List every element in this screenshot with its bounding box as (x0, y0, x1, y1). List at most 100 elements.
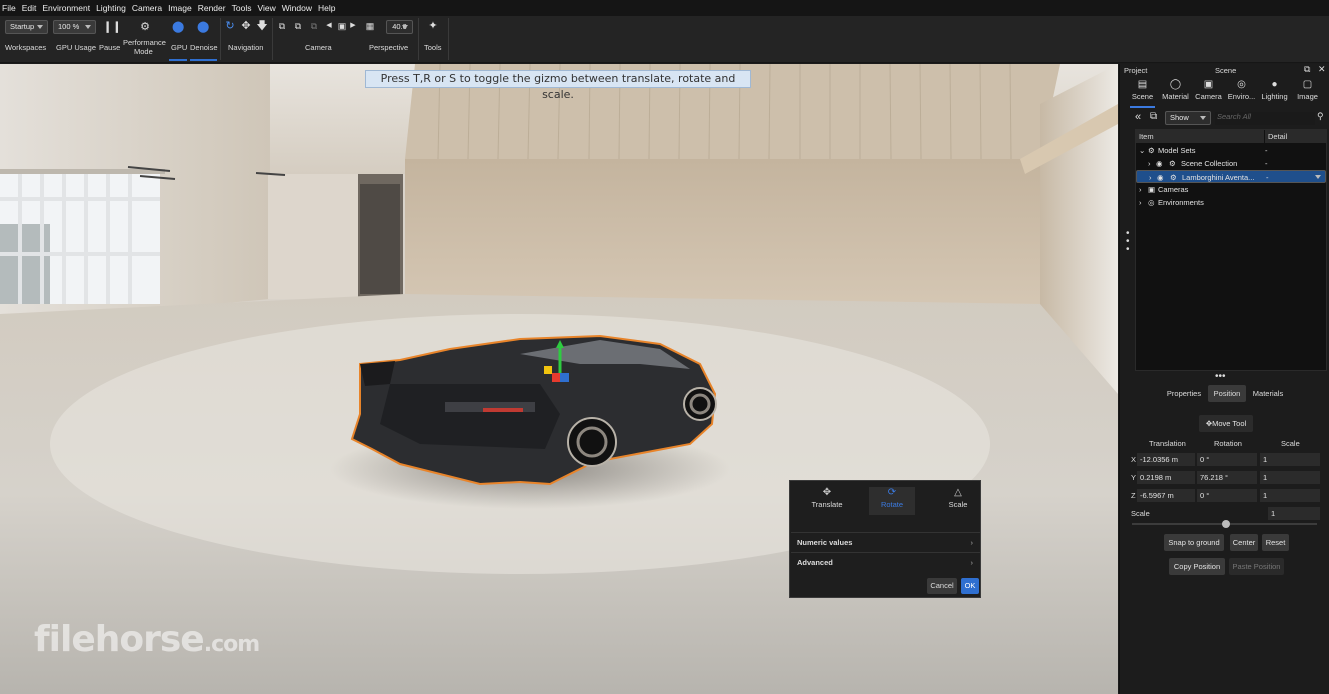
denoise-label[interactable]: Denoise (190, 43, 218, 52)
fit-view-icon[interactable]: ✥ (240, 20, 252, 32)
paste-position-button[interactable]: Paste Position (1229, 558, 1284, 575)
tab-materials[interactable]: Materials (1249, 385, 1287, 402)
tree-row-scene-collection[interactable]: › ◉ ⚙ Scene Collection - (1136, 157, 1326, 170)
tab-position[interactable]: Position (1208, 385, 1246, 402)
menu-help[interactable]: Help (315, 3, 338, 13)
gpu-active-underline (169, 59, 187, 61)
cancel-button[interactable]: Cancel (927, 578, 957, 594)
close-icon[interactable]: ✕ (1318, 64, 1326, 75)
eye-icon[interactable]: ◉ (1156, 157, 1163, 170)
scale-mode-button[interactable]: △ Scale (935, 487, 981, 515)
menu-file[interactable]: File (0, 3, 19, 13)
tools-icon[interactable]: ✦ (426, 20, 440, 32)
denoise-icon[interactable]: ⬤ (197, 21, 209, 33)
splitter-handle-icon[interactable]: ••• (1215, 371, 1226, 382)
camera-delete-icon[interactable]: ⧉ (308, 20, 320, 32)
tab-material[interactable]: ◯ Material (1159, 78, 1192, 106)
tree-row-environments[interactable]: › ◎ Environments (1136, 196, 1326, 209)
menu-lighting[interactable]: Lighting (93, 3, 129, 13)
advanced-label: Advanced (797, 558, 833, 567)
advanced-row[interactable]: Advanced › (791, 552, 980, 571)
rotation-z-field[interactable]: 0 ° (1197, 489, 1257, 502)
chevron-down-icon[interactable]: ⌄ (1139, 144, 1145, 157)
performance-mode-label-2[interactable]: Mode (134, 47, 153, 56)
watermark-main: filehorse (34, 619, 205, 660)
performance-mode-label-1[interactable]: Performance (123, 38, 166, 47)
menu-render[interactable]: Render (195, 3, 229, 13)
move-tool-button[interactable]: ✥Move Tool (1199, 415, 1253, 432)
ok-button[interactable]: OK (961, 578, 979, 594)
scale-x-field[interactable]: 1 (1260, 453, 1320, 466)
tab-camera[interactable]: ▣ Camera (1192, 78, 1225, 106)
scale-z-field[interactable]: 1 (1260, 489, 1320, 502)
center-button[interactable]: Center (1230, 534, 1258, 551)
camera-next-icon[interactable]: ▶ (349, 20, 357, 32)
rotate-mode-button[interactable]: ⟳ Rotate (869, 487, 915, 515)
menu-tools[interactable]: Tools (229, 3, 255, 13)
perspective-icon[interactable]: ▦ (363, 20, 377, 32)
tree-row-model-sets[interactable]: ⌄ ⚙ Model Sets - (1136, 144, 1326, 157)
panel-grip-icon[interactable]: • • • (1126, 229, 1132, 255)
menu-camera[interactable]: Camera (129, 3, 165, 13)
scale-slider-handle[interactable] (1222, 520, 1230, 528)
tools-label[interactable]: Tools (424, 43, 442, 52)
tab-properties[interactable]: Properties (1164, 385, 1204, 402)
numeric-values-row[interactable]: Numeric values › (791, 532, 980, 551)
camera-copy-icon[interactable]: ⧉ (292, 20, 304, 32)
search-input[interactable]: Search All (1215, 112, 1315, 125)
translate-mode-button[interactable]: ✥ Translate (804, 487, 850, 515)
scene-panel-title: Scene (1215, 66, 1237, 75)
workspace-select[interactable]: Startup (5, 20, 48, 34)
tab-lighting[interactable]: ● Lighting (1258, 78, 1291, 106)
fov-field[interactable]: 40.0 (386, 20, 413, 34)
tab-image[interactable]: ▢ Image (1291, 78, 1324, 106)
rotation-header: Rotation (1214, 439, 1242, 448)
copy-position-button[interactable]: Copy Position (1169, 558, 1225, 575)
menu-environment[interactable]: Environment (39, 3, 93, 13)
collapse-icon[interactable]: « (1135, 111, 1141, 123)
menu-image[interactable]: Image (165, 3, 195, 13)
undock-icon[interactable]: ⧉ (1304, 64, 1310, 75)
tree-header-detail: Detail (1265, 130, 1326, 143)
reset-button[interactable]: Reset (1262, 534, 1289, 551)
filter-icon[interactable]: ⧉ (1150, 111, 1157, 122)
tree-row-cameras[interactable]: › ▣ Cameras (1136, 183, 1326, 196)
toolbar-separator (448, 18, 449, 60)
tab-environment[interactable]: ◎ Enviro... (1225, 78, 1258, 106)
chevron-right-icon[interactable]: › (1148, 157, 1151, 170)
pause-label[interactable]: Pause (99, 43, 120, 52)
uniform-scale-field[interactable]: 1 (1268, 507, 1320, 520)
menu-window[interactable]: Window (279, 3, 315, 13)
download-icon[interactable]: 🡇 (256, 20, 268, 32)
tab-scene[interactable]: ▤ Scene (1126, 78, 1159, 108)
gpu-label[interactable]: GPU (171, 43, 187, 52)
menu-view[interactable]: View (254, 3, 278, 13)
camera-prev-icon[interactable]: ◀ (325, 20, 333, 32)
camera-add-icon[interactable]: ⧉ (276, 20, 288, 32)
gpu-icon[interactable]: ⬤ (172, 21, 184, 33)
scale-header: Scale (1281, 439, 1300, 448)
lightbulb-icon: ● (1271, 79, 1278, 90)
translation-y-field[interactable]: 0.2198 m (1137, 471, 1195, 484)
menu-edit[interactable]: Edit (19, 3, 40, 13)
gpu-usage-select[interactable]: 100 % (53, 20, 96, 34)
snap-to-ground-button[interactable]: Snap to ground (1164, 534, 1224, 551)
translation-z-field[interactable]: -6.5967 m (1137, 489, 1195, 502)
translation-x-field[interactable]: -12.0356 m (1137, 453, 1195, 466)
numeric-values-label: Numeric values (797, 538, 853, 547)
tree-row-lamborghini[interactable]: › ◉ ⚙ Lamborghini Aventa... - (1136, 170, 1326, 183)
image-icon: ▢ (1302, 79, 1313, 90)
show-filter-select[interactable]: Show (1165, 111, 1211, 125)
rotation-x-field[interactable]: 0 ° (1197, 453, 1257, 466)
render-viewport[interactable]: Press T,R or S to toggle the gizmo betwe… (0, 64, 1118, 694)
scale-y-field[interactable]: 1 (1260, 471, 1320, 484)
chevron-right-icon[interactable]: › (1139, 183, 1142, 196)
chevron-right-icon[interactable]: › (1139, 196, 1142, 209)
performance-mode-icon[interactable]: ⚙ (138, 21, 152, 33)
pause-icon[interactable]: ❙❙ (103, 21, 121, 33)
rotation-y-field[interactable]: 76.218 ° (1197, 471, 1257, 484)
refresh-icon[interactable]: ↻ (224, 20, 236, 32)
camera-icon[interactable]: ▣ (336, 20, 348, 32)
search-icon[interactable]: ⚲ (1317, 111, 1324, 122)
scene-tree: Item Detail ⌄ ⚙ Model Sets - › ◉ ⚙ Scene… (1135, 129, 1327, 371)
